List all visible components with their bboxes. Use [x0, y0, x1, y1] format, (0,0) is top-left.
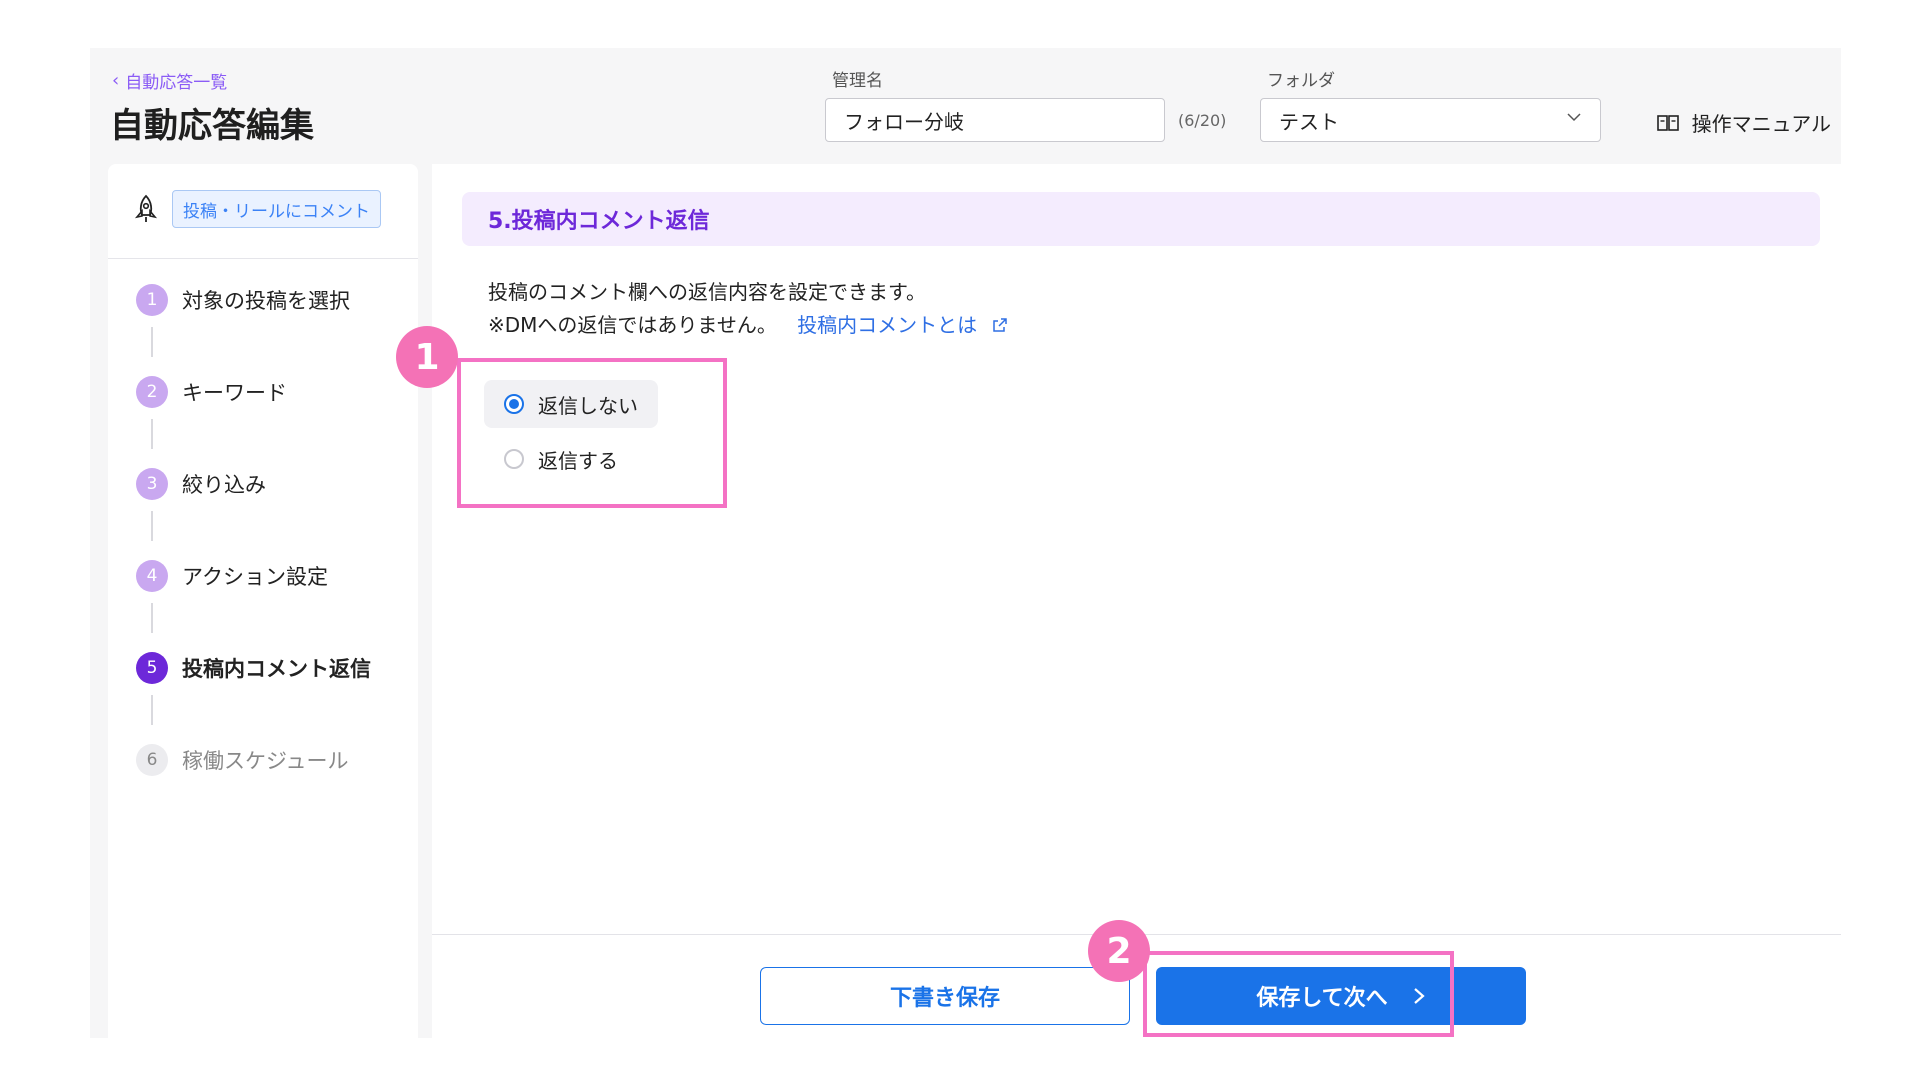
folder-select-value: テスト — [1279, 109, 1339, 134]
rocket-icon — [134, 194, 158, 222]
name-field-label: 管理名 — [832, 71, 883, 91]
manual-link-label: 操作マニュアル — [1691, 112, 1831, 136]
description-note: ※DMへの返信ではありません。 — [488, 313, 777, 337]
step-item-5[interactable]: 5 投稿内コメント返信 — [136, 652, 416, 684]
step-number: 2 — [136, 376, 168, 408]
help-link[interactable]: 投稿内コメントとは — [797, 313, 1007, 337]
back-to-list-link[interactable]: ‹ 自動応答一覧 — [112, 68, 227, 93]
step-item-1[interactable]: 1 対象の投稿を選択 — [136, 284, 416, 316]
step-label: アクション設定 — [182, 565, 328, 589]
section-title: 5.投稿内コメント返信 — [462, 192, 1820, 246]
step-item-6[interactable]: 6 稼働スケジュール — [136, 744, 416, 776]
step-sidebar: 投稿・リールにコメント 1 対象の投稿を選択 2 キーワード 3 絞り込み 4 … — [108, 164, 418, 1038]
step-number: 3 — [136, 468, 168, 500]
folder-field-label: フォルダ — [1267, 71, 1335, 91]
description-line-2: ※DMへの返信ではありません。 投稿内コメントとは — [488, 309, 1008, 338]
step-label: 稼働スケジュール — [182, 749, 349, 773]
step-number: 6 — [136, 744, 168, 776]
help-link-label: 投稿内コメントとは — [797, 313, 978, 337]
trigger-row: 投稿・リールにコメント — [108, 164, 418, 259]
step-connector — [151, 511, 153, 541]
trigger-type-badge: 投稿・リールにコメント — [172, 190, 381, 228]
annotation-badge-1: 1 — [396, 326, 458, 388]
step-item-4[interactable]: 4 アクション設定 — [136, 560, 416, 592]
step-connector — [151, 603, 153, 633]
step-connector — [151, 419, 153, 449]
book-icon — [1656, 114, 1679, 131]
step-number: 4 — [136, 560, 168, 592]
external-link-icon — [992, 318, 1007, 332]
folder-select[interactable]: テスト — [1260, 98, 1601, 142]
annotation-box-1 — [457, 358, 727, 508]
step-label: 絞り込み — [182, 473, 266, 497]
app-window: ‹ 自動応答一覧 自動応答編集 管理名 フォロー分岐 (6/20) フォルダ テ… — [90, 48, 1841, 1038]
manual-link[interactable]: 操作マニュアル — [1656, 108, 1831, 137]
step-connector — [151, 327, 153, 357]
annotation-badge-2: 2 — [1088, 920, 1150, 982]
step-connector — [151, 695, 153, 725]
name-char-counter: (6/20) — [1178, 111, 1227, 130]
name-input[interactable]: フォロー分岐 — [825, 98, 1165, 142]
step-label: 投稿内コメント返信 — [182, 657, 371, 681]
annotation-box-2 — [1143, 951, 1454, 1037]
description-line-1: 投稿のコメント欄への返信内容を設定できます。 — [488, 280, 926, 304]
save-draft-button[interactable]: 下書き保存 — [760, 967, 1130, 1025]
step-number: 1 — [136, 284, 168, 316]
page-title: 自動応答編集 — [110, 106, 314, 146]
step-item-3[interactable]: 3 絞り込み — [136, 468, 416, 500]
step-item-2[interactable]: 2 キーワード — [136, 376, 416, 408]
step-number: 5 — [136, 652, 168, 684]
back-link-label: 自動応答一覧 — [125, 73, 228, 93]
step-label: キーワード — [182, 381, 287, 405]
step-label: 対象の投稿を選択 — [182, 289, 350, 313]
main-panel: 5.投稿内コメント返信 投稿のコメント欄への返信内容を設定できます。 ※DMへの… — [432, 164, 1841, 1038]
chevron-down-icon — [1567, 113, 1581, 122]
chevron-left-icon: ‹ — [112, 69, 120, 91]
